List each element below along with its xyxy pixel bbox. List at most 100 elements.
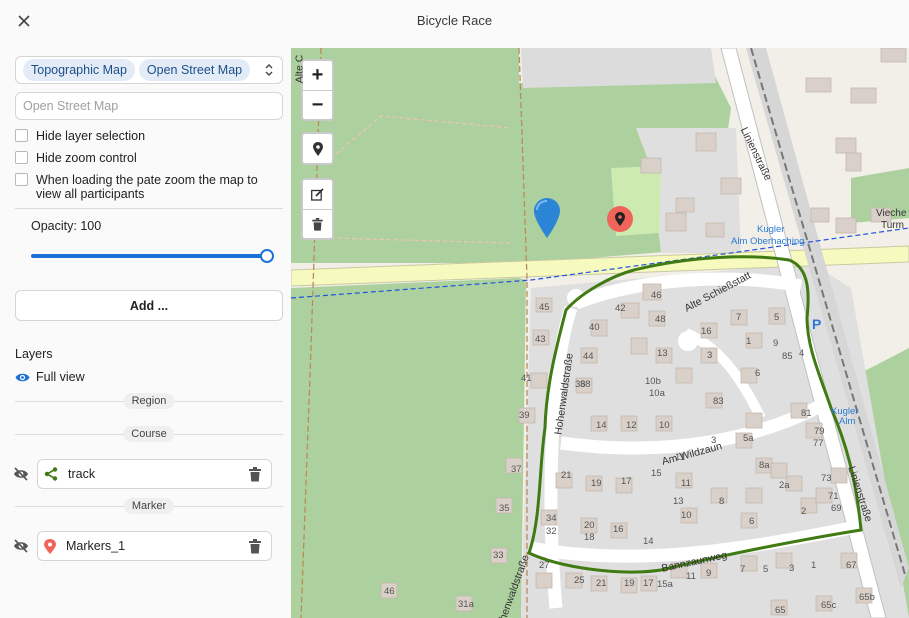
house-number: 10a xyxy=(649,388,665,399)
layer-name-input[interactable] xyxy=(15,92,283,120)
group-header-marker: Marker xyxy=(15,498,283,514)
trash-icon xyxy=(312,217,323,231)
house-number: 15a xyxy=(657,579,673,590)
house-number: 1 xyxy=(746,336,752,347)
add-layer-button[interactable]: Add ... xyxy=(15,290,283,321)
house-number: 20 xyxy=(584,520,595,531)
house-number: 41 xyxy=(521,373,532,384)
trash-icon[interactable] xyxy=(249,539,261,554)
blue-marker-pin[interactable] xyxy=(534,198,560,238)
opacity-slider[interactable] xyxy=(31,249,275,263)
house-number: 5a xyxy=(743,433,754,444)
hide-zoom-control-checkbox[interactable] xyxy=(15,151,28,164)
house-number: 69 xyxy=(831,503,842,514)
house-number: 4 xyxy=(799,348,805,359)
house-number: 73 xyxy=(821,473,832,484)
house-number: 7 xyxy=(736,312,742,323)
zoom-out-button[interactable]: − xyxy=(303,90,332,119)
house-number: 3 xyxy=(789,563,795,574)
house-number: 48 xyxy=(655,314,666,325)
eye-hidden-icon[interactable] xyxy=(13,539,29,553)
house-number: 25 xyxy=(574,575,585,586)
house-number: 37 xyxy=(511,464,522,475)
opacity-slider-track xyxy=(31,254,267,258)
house-number: 14 xyxy=(643,536,654,547)
map-tiles xyxy=(291,48,909,618)
poi-label: Turm xyxy=(881,220,904,231)
house-number: 5 xyxy=(763,564,769,575)
house-number: 67 xyxy=(846,560,857,571)
parking-label: P xyxy=(812,316,822,332)
hide-layer-selection-option[interactable]: Hide layer selection xyxy=(15,129,145,143)
house-number: 33 xyxy=(493,550,504,561)
window-title: Bicycle Race xyxy=(416,13,493,28)
house-number: 39 xyxy=(519,410,530,421)
map-pin-icon xyxy=(44,538,56,554)
house-number: 13 xyxy=(657,348,668,359)
house-number: 16 xyxy=(613,524,624,535)
add-marker-button[interactable] xyxy=(303,134,332,163)
delete-layers-button[interactable] xyxy=(303,209,332,238)
house-number: 6 xyxy=(749,516,755,527)
house-number: 81 xyxy=(801,408,812,419)
layer-row-markers: Markers_1 xyxy=(13,531,273,561)
street-label: Alte C xyxy=(293,54,306,84)
zoom-on-load-option[interactable]: When loading the pate zoom the map to vie… xyxy=(15,173,258,201)
header-bar: Bicycle Race xyxy=(0,0,909,42)
chip-topographic-map[interactable]: Topographic Map xyxy=(23,59,135,81)
route-icon xyxy=(44,467,58,481)
house-number: 43 xyxy=(535,334,546,345)
house-number: 11 xyxy=(681,478,691,489)
house-number: 83 xyxy=(713,396,724,407)
edit-control xyxy=(301,178,334,240)
trash-icon[interactable] xyxy=(249,467,261,482)
group-header-region: Region xyxy=(15,393,283,409)
house-number: 1 xyxy=(811,560,817,571)
zoom-on-load-checkbox[interactable] xyxy=(15,173,28,186)
poi-label: Kugler xyxy=(757,224,785,235)
layer-type-select[interactable]: Topographic Map Open Street Map xyxy=(15,56,283,84)
hide-layer-selection-label: Hide layer selection xyxy=(36,129,146,143)
house-number: 3 xyxy=(707,350,713,361)
poi-label: Alm Oberhaching xyxy=(731,236,805,247)
house-number: 9 xyxy=(706,568,712,579)
full-view-toggle[interactable]: Full view xyxy=(15,370,85,384)
zoom-in-button[interactable]: + xyxy=(303,61,332,90)
layer-item-markers[interactable]: Markers_1 xyxy=(37,531,272,561)
group-header-course: Course xyxy=(15,426,283,442)
house-number: 9 xyxy=(773,338,779,349)
chip-open-street-map[interactable]: Open Street Map xyxy=(138,59,251,81)
house-number: 46 xyxy=(651,290,662,301)
house-number: 18 xyxy=(584,532,595,543)
edit-layers-button[interactable] xyxy=(303,180,332,209)
house-number: 21 xyxy=(561,470,572,481)
hide-layer-selection-checkbox[interactable] xyxy=(15,129,28,142)
house-number: 2a xyxy=(779,480,790,491)
house-number: 65 xyxy=(775,605,786,616)
hide-zoom-control-option[interactable]: Hide zoom control xyxy=(15,151,137,165)
up-down-chevron-icon xyxy=(265,64,273,76)
house-number: 10 xyxy=(659,420,670,431)
layer-name-track: track xyxy=(68,467,96,481)
poi-label: Alm xyxy=(839,416,856,427)
map-view[interactable]: + − Linienstraße Linienstraße Alte Schie… xyxy=(291,48,909,618)
house-number: 3 xyxy=(711,435,717,446)
house-number: 34 xyxy=(546,513,557,524)
red-marker-pin[interactable] xyxy=(607,206,633,238)
house-number: 31a xyxy=(458,599,474,610)
house-number: 16 xyxy=(701,326,712,337)
house-number: 21 xyxy=(596,578,607,589)
poi-label: Vieche xyxy=(876,208,907,219)
layer-name-markers: Markers_1 xyxy=(66,539,126,553)
layers-heading: Layers xyxy=(15,347,53,361)
sidebar: Topographic Map Open Street Map Hide lay… xyxy=(0,42,291,618)
eye-hidden-icon[interactable] xyxy=(13,467,29,481)
full-view-label: Full view xyxy=(36,370,85,384)
house-number: 19 xyxy=(591,478,602,489)
house-number: 19 xyxy=(624,578,635,589)
house-number: 42 xyxy=(615,303,626,314)
house-number: 15 xyxy=(651,468,662,479)
house-number: 36 xyxy=(575,379,586,390)
layer-item-track[interactable]: track xyxy=(37,459,272,489)
opacity-slider-handle[interactable] xyxy=(260,249,274,263)
